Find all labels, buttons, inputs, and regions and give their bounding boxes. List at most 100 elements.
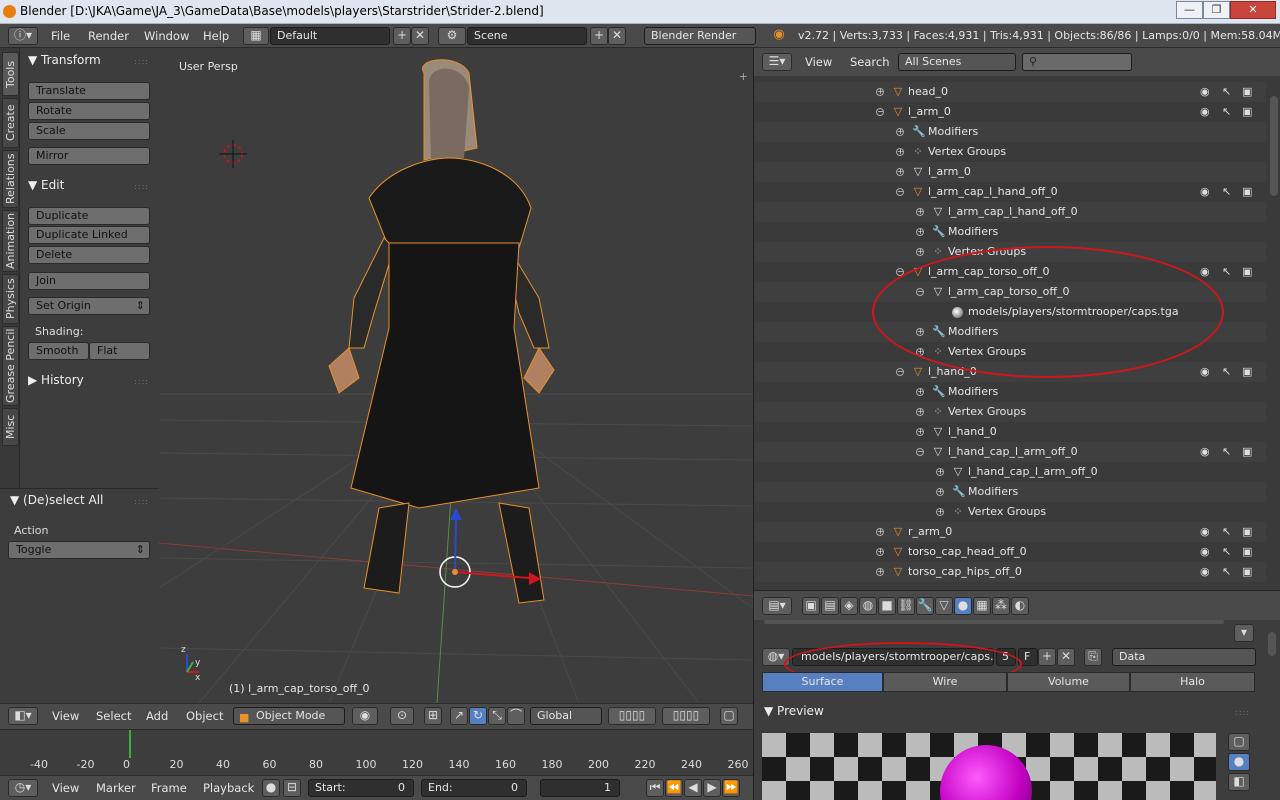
unlink-material-icon[interactable]: ✕ — [1057, 648, 1075, 666]
close-button[interactable]: ✕ — [1230, 1, 1276, 19]
expand-icon[interactable]: + — [876, 548, 884, 556]
3d-cursor[interactable] — [219, 140, 247, 168]
action-select[interactable]: Toggle ⇕ — [8, 541, 150, 559]
translate-manipulator-icon[interactable]: ↗ — [450, 707, 468, 725]
render-camera-icon[interactable]: ▣ — [1242, 542, 1252, 562]
tree-row[interactable]: + ▽ l_hand_cap_l_arm_off_0 — [754, 462, 1266, 482]
menu-frame[interactable]: Frame — [151, 781, 187, 795]
menu-view[interactable]: View — [805, 55, 832, 69]
slot-menu-icon[interactable]: ▾ — [1234, 624, 1254, 642]
collapse-icon[interactable]: − — [896, 188, 904, 196]
scene-tab-icon[interactable]: ◈ — [840, 597, 858, 615]
orientation-select[interactable]: Global — [530, 707, 602, 725]
scale-manipulator-icon[interactable]: ⤡ — [488, 707, 506, 725]
tab-halo[interactable]: Halo — [1130, 672, 1255, 692]
menu-object[interactable]: Object — [186, 709, 223, 723]
preview-flat-icon[interactable]: ▢ — [1228, 733, 1250, 751]
tab-create[interactable]: Create — [2, 98, 19, 148]
viewport-expand-icon[interactable]: + — [739, 70, 748, 83]
translate-button[interactable]: Translate — [28, 82, 150, 100]
menu-select[interactable]: Select — [96, 709, 131, 723]
visibility-eye-icon[interactable]: ◉ — [1200, 442, 1210, 462]
record-icon[interactable]: ● — [262, 779, 280, 797]
expand-icon[interactable]: + — [916, 388, 924, 396]
material-link-select[interactable]: Data — [1112, 648, 1256, 666]
keying-icon[interactable]: ⊟ — [283, 779, 301, 797]
current-frame-marker[interactable] — [129, 730, 131, 758]
texture-tab-icon[interactable]: ▦ — [973, 597, 991, 615]
timeline-area[interactable]: -40 -20 0 20 40 60 80 100 120 140 160 180 200 220 240 2… — [0, 729, 753, 775]
preview-sphere-icon[interactable]: ● — [1228, 753, 1250, 771]
render-camera-icon[interactable]: ▣ — [1242, 102, 1252, 122]
material-tab-icon[interactable]: ● — [954, 597, 972, 615]
bend-manipulator-icon[interactable]: ⌒ — [507, 707, 525, 725]
jump-start-icon[interactable]: ⏮ — [646, 779, 664, 797]
scene-field[interactable]: Scene — [467, 27, 587, 45]
start-frame-field[interactable]: Start: 0 — [308, 779, 414, 797]
menu-search[interactable]: Search — [850, 55, 890, 69]
render-camera-icon[interactable]: ▣ — [1242, 82, 1252, 102]
tree-row[interactable]: + ▽ l_arm_0 — [754, 162, 1266, 182]
selectability-cursor-icon[interactable]: ↖ — [1222, 522, 1231, 542]
render-camera-icon[interactable]: ▣ — [1242, 362, 1252, 382]
prev-key-icon[interactable]: ⏪ — [665, 779, 683, 797]
menu-file[interactable]: File — [51, 29, 70, 43]
viewport-canvas[interactable]: y x z — [159, 48, 753, 703]
panel-grip-icon[interactable]: :::: — [1235, 708, 1250, 717]
tree-row[interactable]: + ▽ l_hand_0 — [754, 422, 1266, 442]
expand-icon[interactable]: + — [896, 148, 904, 156]
tree-row[interactable]: + ⁘ Vertex Groups — [754, 502, 1266, 522]
new-material-icon[interactable]: + — [1038, 648, 1056, 666]
tab-animation[interactable]: Animation — [2, 210, 19, 272]
tree-row[interactable]: + ⁘ Vertex Groups — [754, 402, 1266, 422]
expand-icon[interactable]: + — [936, 508, 944, 516]
current-frame-field[interactable]: 1 — [540, 779, 620, 797]
editor-type-icon[interactable]: ⓘ▾ — [8, 27, 38, 45]
collapse-icon[interactable]: − — [876, 108, 884, 116]
selectability-cursor-icon[interactable]: ↖ — [1222, 542, 1231, 562]
panel-grip-icon[interactable]: :::: — [134, 377, 149, 386]
menu-view[interactable]: View — [52, 781, 79, 795]
preview-cube-icon[interactable]: ◧ — [1228, 773, 1250, 791]
edit-panel-header[interactable]: ▼ Edit — [28, 178, 64, 192]
visibility-eye-icon[interactable]: ◉ — [1200, 542, 1210, 562]
tree-row[interactable]: + ▽ head_0 ◉ ↖ ▣ — [754, 82, 1266, 102]
editor-type-icon[interactable]: ☰▾ — [762, 53, 792, 71]
visibility-eye-icon[interactable]: ◉ — [1200, 82, 1210, 102]
viewport-shading-icon[interactable]: ◉ — [352, 707, 378, 725]
tree-row[interactable]: + 🔧 Modifiers — [754, 382, 1266, 402]
panel-grip-icon[interactable]: :::: — [134, 182, 149, 191]
menu-view[interactable]: View — [52, 709, 79, 723]
play-icon[interactable]: ▶ — [703, 779, 721, 797]
search-input[interactable]: ⚲ — [1022, 53, 1132, 71]
outliner-scrollbar[interactable] — [1270, 96, 1278, 196]
tab-tools[interactable]: Tools — [2, 52, 19, 96]
delete-button[interactable]: Delete — [28, 246, 150, 264]
selectability-cursor-icon[interactable]: ↖ — [1222, 562, 1231, 582]
screen-layout-icon[interactable]: ▦ — [243, 27, 269, 45]
duplicate-button[interactable]: Duplicate — [28, 207, 150, 225]
render-camera-icon[interactable]: ▣ — [1242, 182, 1252, 202]
visibility-eye-icon[interactable]: ◉ — [1200, 522, 1210, 542]
visibility-eye-icon[interactable]: ◉ — [1200, 362, 1210, 382]
display-mode-select[interactable]: All Scenes — [898, 53, 1016, 71]
data-tab-icon[interactable]: ▽ — [935, 597, 953, 615]
expand-icon[interactable]: + — [916, 228, 924, 236]
menu-window[interactable]: Window — [144, 29, 189, 43]
expand-icon[interactable]: + — [876, 528, 884, 536]
lock-layers-icon[interactable]: ▢ — [720, 707, 738, 725]
tree-row[interactable]: + 🔧 Modifiers — [754, 222, 1266, 242]
outliner-tree[interactable]: + ▽ head_0 ◉ ↖ ▣ − ▽ l_arm_0 ◉ ↖ ▣ + 🔧 Modifiers + ⁘ Vert… — [753, 76, 1280, 590]
tab-wire[interactable]: Wire — [883, 672, 1007, 692]
rotate-button[interactable]: Rotate — [28, 102, 150, 120]
tab-misc[interactable]: Misc — [2, 408, 19, 446]
expand-icon[interactable]: + — [916, 408, 924, 416]
render-tab-icon[interactable]: ▣ — [802, 597, 820, 615]
editor-type-icon[interactable]: ◷▾ — [8, 779, 38, 797]
panel-grip-icon[interactable]: :::: — [134, 57, 149, 66]
screen-layout-field[interactable]: Default — [270, 27, 390, 45]
tree-row[interactable]: + 🔧 Modifiers — [754, 122, 1266, 142]
smooth-button[interactable]: Smooth — [28, 342, 89, 360]
expand-icon[interactable]: + — [876, 88, 884, 96]
pivot-icon[interactable]: ⊙ — [390, 707, 414, 725]
